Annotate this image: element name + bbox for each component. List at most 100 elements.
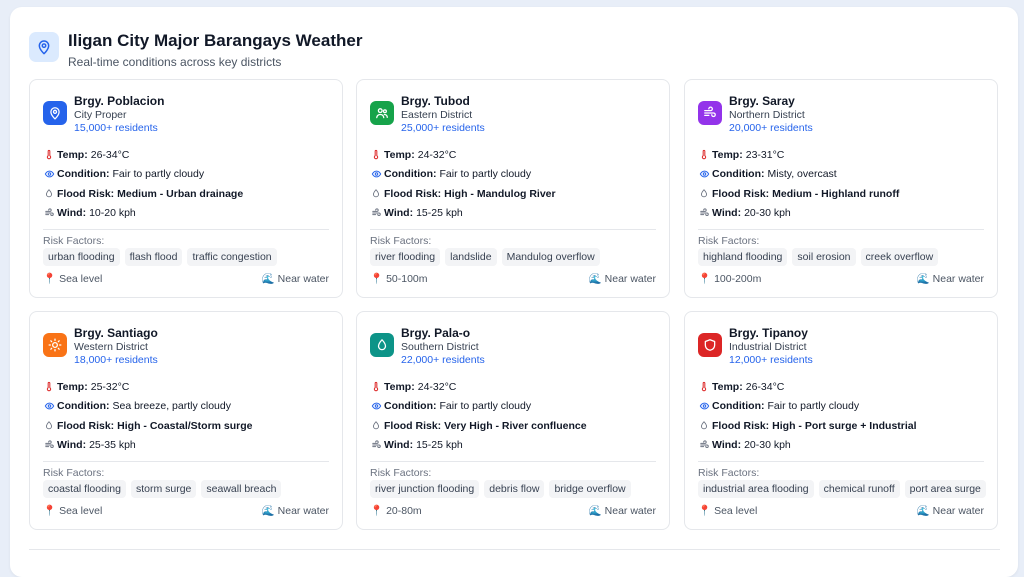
wave-icon: 🌊 bbox=[588, 505, 602, 517]
wind-row: Wind: 15-25 kph bbox=[370, 436, 590, 456]
wind-icon bbox=[698, 208, 710, 218]
wind-icon bbox=[43, 440, 55, 450]
flood-risk-row: Flood Risk: High - Mandulog River bbox=[370, 184, 559, 204]
wind-icon bbox=[370, 440, 382, 450]
droplet-icon bbox=[370, 420, 382, 431]
district-label: Western District bbox=[74, 341, 148, 353]
flood-risk-row: Flood Risk: High - Coastal/Storm surge bbox=[43, 416, 256, 436]
wind-value: 20-30 kph bbox=[744, 439, 791, 452]
weather-stats: Temp: 25-32°C Condition: Sea breeze, par… bbox=[43, 377, 256, 455]
pushpin-icon: 📍 bbox=[43, 273, 57, 285]
pushpin-icon: 📍 bbox=[698, 505, 712, 517]
risk-tag: soil erosion bbox=[792, 248, 856, 266]
flood-value: High - Mandulog River bbox=[444, 187, 556, 200]
flood-risk-row: Flood Risk: Medium - Urban drainage bbox=[43, 184, 246, 204]
flood-value: High - Coastal/Storm surge bbox=[117, 419, 253, 432]
card-footer: 📍 Sea level 🌊 Near water bbox=[43, 504, 329, 517]
flood-risk-row: Flood Risk: Very High - River confluence bbox=[370, 416, 590, 436]
condition-row: Condition: Misty, overcast bbox=[698, 165, 902, 185]
residents-count: 22,000+ residents bbox=[401, 354, 485, 366]
district-label: Northern District bbox=[729, 109, 805, 121]
flood-risk-row: Flood Risk: High - Port surge + Industri… bbox=[698, 416, 920, 436]
near-water-label: Near water bbox=[932, 505, 984, 517]
risk-factors-label: Risk Factors: bbox=[698, 235, 760, 247]
condition-value: Fair to partly cloudy bbox=[439, 168, 532, 181]
wind-value: 15-25 kph bbox=[416, 439, 463, 452]
condition-value: Sea breeze, partly cloudy bbox=[112, 400, 231, 413]
card-header: Brgy. Poblacion City Proper 15,000+ resi… bbox=[43, 94, 164, 135]
barangay-card[interactable]: Brgy. Tipanoy Industrial District 12,000… bbox=[684, 311, 998, 530]
temp-value: 24-32°C bbox=[417, 380, 457, 393]
wind-label: Wind: bbox=[57, 207, 87, 220]
risk-tag: port area surge bbox=[904, 480, 986, 498]
elevation-value: Sea level bbox=[59, 505, 103, 517]
card-divider bbox=[698, 461, 984, 462]
temp-label: Temp: bbox=[712, 148, 743, 161]
droplet-icon bbox=[698, 420, 710, 431]
card-divider bbox=[698, 229, 984, 230]
condition-label: Condition: bbox=[57, 168, 110, 181]
wind-label: Wind: bbox=[57, 439, 87, 452]
pushpin-icon: 📍 bbox=[43, 505, 57, 517]
droplet-icon bbox=[370, 333, 394, 357]
risk-tag: industrial area flooding bbox=[698, 480, 814, 498]
risk-tags: river flooding landslide Mandulog overflow bbox=[370, 248, 600, 266]
barangay-name: Brgy. Tubod bbox=[401, 94, 470, 108]
risk-tag: landslide bbox=[445, 248, 497, 266]
wave-icon: 🌊 bbox=[588, 273, 602, 285]
card-header: Brgy. Tubod Eastern District 25,000+ res… bbox=[370, 94, 485, 135]
wave-icon: 🌊 bbox=[261, 505, 275, 517]
near-water-label: Near water bbox=[604, 273, 656, 285]
risk-tag: storm surge bbox=[130, 480, 197, 498]
thermometer-icon bbox=[43, 381, 55, 392]
barangay-name: Brgy. Saray bbox=[729, 94, 795, 108]
thermometer-icon bbox=[698, 149, 710, 160]
pushpin-icon: 📍 bbox=[370, 505, 384, 517]
risk-factors-label: Risk Factors: bbox=[43, 467, 105, 479]
page-subtitle: Real-time conditions across key district… bbox=[68, 55, 282, 69]
card-divider bbox=[370, 229, 656, 230]
thermometer-icon bbox=[370, 381, 382, 392]
temp-row: Temp: 24-32°C bbox=[370, 377, 590, 397]
card-header: Brgy. Saray Northern District 20,000+ re… bbox=[698, 94, 813, 135]
card-footer: 📍 100-200m 🌊 Near water bbox=[698, 272, 984, 285]
risk-tags: river junction flooding debris flow bridge… bbox=[370, 480, 631, 498]
droplet-icon bbox=[43, 420, 55, 431]
flood-label: Flood Risk: bbox=[384, 187, 442, 200]
temp-value: 25-32°C bbox=[90, 380, 130, 393]
temp-value: 26-34°C bbox=[90, 148, 130, 161]
risk-tag: flash flood bbox=[124, 248, 183, 266]
temp-label: Temp: bbox=[57, 148, 88, 161]
flood-label: Flood Risk: bbox=[57, 419, 115, 432]
elevation-value: 20-80m bbox=[386, 505, 422, 517]
risk-tag: seawall breach bbox=[201, 480, 282, 498]
risk-tags: coastal flooding storm surge seawall breac… bbox=[43, 480, 282, 498]
barangay-card[interactable]: Brgy. Pala-o Southern District 22,000+ r… bbox=[356, 311, 670, 530]
condition-label: Condition: bbox=[712, 168, 765, 181]
barangay-name: Brgy. Pala-o bbox=[401, 326, 471, 340]
near-water-label: Near water bbox=[604, 505, 656, 517]
droplet-icon bbox=[370, 188, 382, 199]
droplet-icon bbox=[43, 188, 55, 199]
eye-icon bbox=[43, 169, 55, 179]
residents-count: 25,000+ residents bbox=[401, 122, 485, 134]
risk-tag: river flooding bbox=[370, 248, 441, 266]
flood-value: High - Port surge + Industrial bbox=[772, 419, 917, 432]
condition-value: Fair to partly cloudy bbox=[439, 400, 532, 413]
wind-value: 15-25 kph bbox=[416, 207, 463, 220]
barangay-card[interactable]: Brgy. Saray Northern District 20,000+ re… bbox=[684, 79, 998, 298]
barangay-name: Brgy. Poblacion bbox=[74, 94, 165, 108]
weather-stats: Temp: 24-32°C Condition: Fair to partly … bbox=[370, 377, 590, 455]
barangay-card[interactable]: Brgy. Poblacion City Proper 15,000+ resi… bbox=[29, 79, 343, 298]
near-water-info: 🌊 Near water bbox=[589, 504, 656, 517]
barangay-card[interactable]: Brgy. Santiago Western District 18,000+ … bbox=[29, 311, 343, 530]
residents-count: 12,000+ residents bbox=[729, 354, 813, 366]
barangay-card[interactable]: Brgy. Tubod Eastern District 25,000+ res… bbox=[356, 79, 670, 298]
condition-label: Condition: bbox=[384, 168, 437, 181]
condition-label: Condition: bbox=[57, 400, 110, 413]
near-water-label: Near water bbox=[277, 273, 329, 285]
wind-icon bbox=[43, 208, 55, 218]
district-label: City Proper bbox=[74, 109, 127, 121]
risk-tag: river junction flooding bbox=[370, 480, 480, 498]
condition-label: Condition: bbox=[384, 400, 437, 413]
